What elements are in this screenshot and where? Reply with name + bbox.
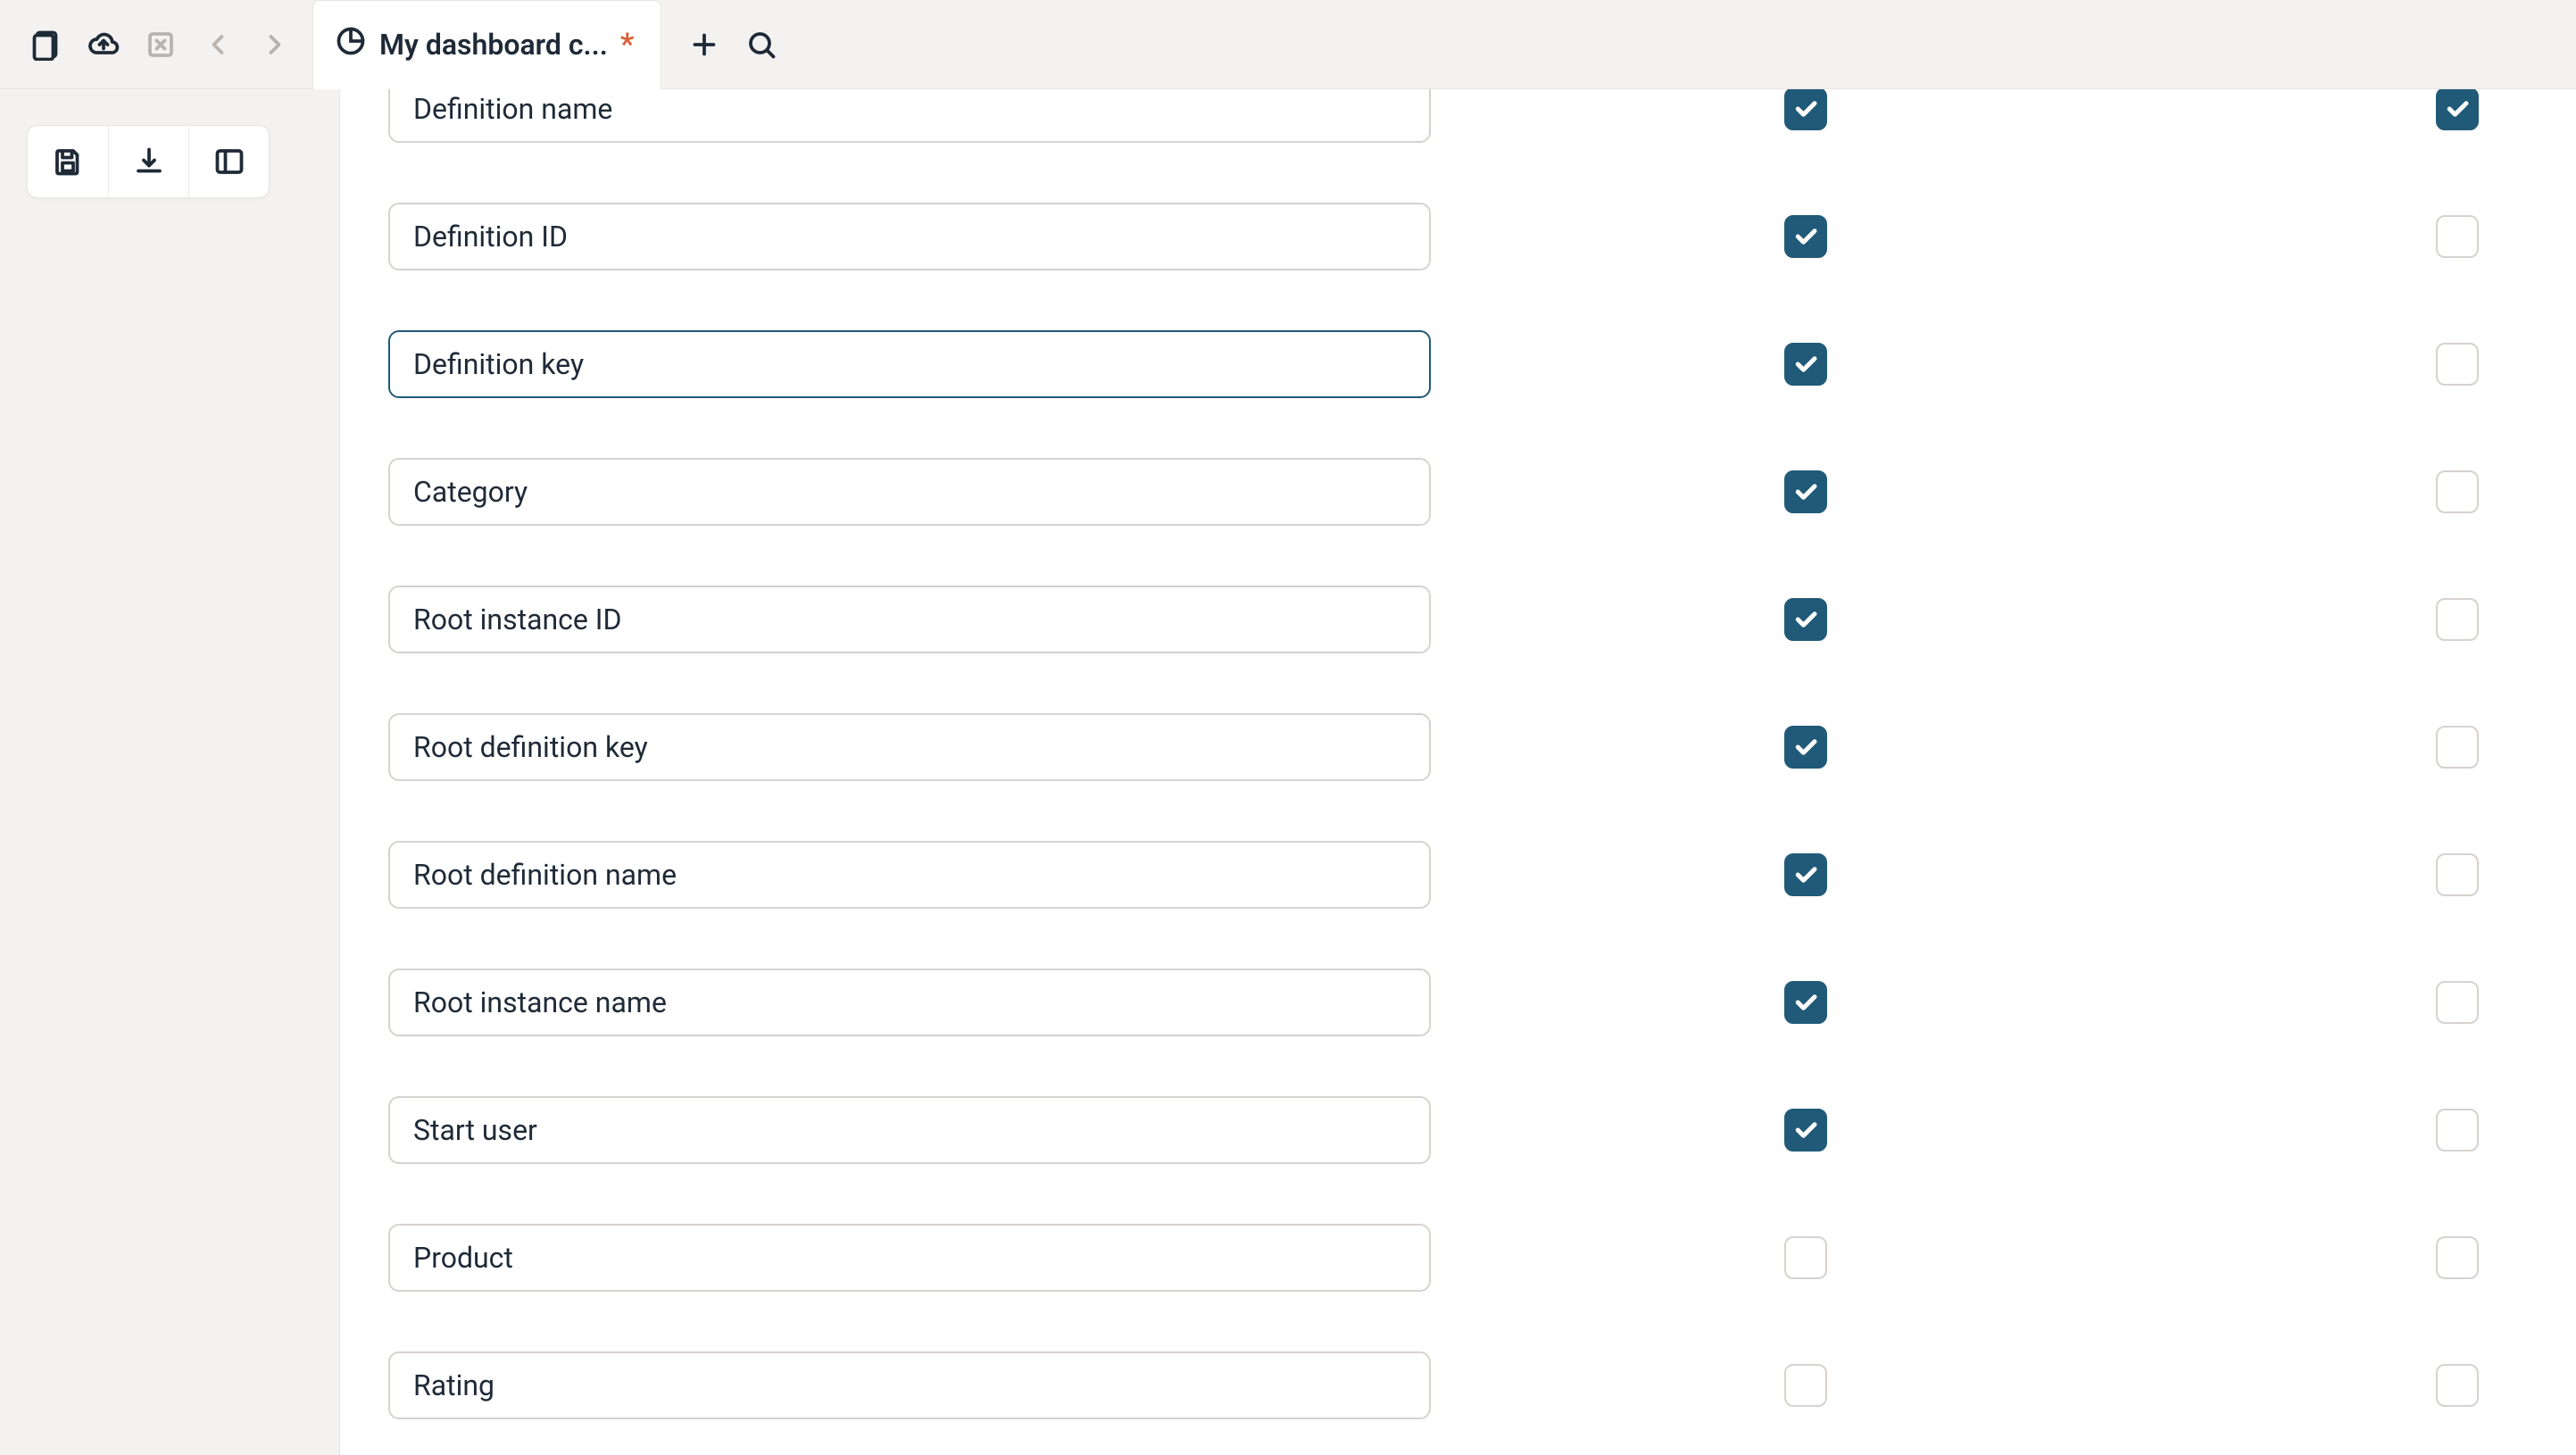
sidebar	[0, 89, 339, 1455]
config-row: Definition ID	[340, 172, 2576, 300]
checkbox-col2[interactable]	[2436, 343, 2479, 386]
checkbox-col2[interactable]	[2436, 470, 2479, 513]
checkbox-cell-2	[1949, 470, 2502, 513]
checkbox-cell-2	[1949, 726, 2502, 769]
config-row: Root instance name	[340, 938, 2576, 1066]
checkbox-col2[interactable]	[2436, 981, 2479, 1024]
field-input[interactable]: Definition ID	[388, 203, 1431, 270]
checkbox-cell-2	[1949, 1109, 2502, 1152]
field-input[interactable]: Root instance ID	[388, 586, 1431, 653]
config-row: Root definition name	[340, 811, 2576, 938]
toggle-panel-button[interactable]	[188, 126, 269, 197]
field-input[interactable]: Root instance name	[388, 969, 1431, 1036]
checkbox-cell-1	[1431, 1109, 1949, 1152]
field-label: Root instance name	[413, 985, 667, 1019]
field-input[interactable]: Start user	[388, 1096, 1431, 1164]
field-input[interactable]: Root definition name	[388, 841, 1431, 909]
checkbox-cell-1	[1431, 343, 1949, 386]
mini-toolbar	[27, 125, 270, 198]
checkbox-col2[interactable]	[2436, 89, 2479, 130]
field-label: Rating	[413, 1368, 494, 1402]
field-input[interactable]: Category	[388, 458, 1431, 526]
checkbox-cell-1	[1431, 1236, 1949, 1279]
checkbox-col1[interactable]	[1784, 215, 1827, 258]
config-row: Start user	[340, 1066, 2576, 1193]
checkbox-col2[interactable]	[2436, 215, 2479, 258]
config-row: Category	[340, 428, 2576, 555]
field-label: Root instance ID	[413, 603, 622, 636]
checkbox-cell-2	[1949, 1364, 2502, 1407]
checkbox-col2[interactable]	[2436, 1364, 2479, 1407]
config-row: Rating	[340, 1321, 2576, 1449]
new-tab-button[interactable]	[676, 16, 733, 73]
checkbox-col1[interactable]	[1784, 343, 1827, 386]
active-tab[interactable]: My dashboard c... *	[312, 0, 661, 89]
field-input[interactable]: Product	[388, 1224, 1431, 1292]
field-input[interactable]: Root definition key	[388, 713, 1431, 781]
checkbox-col2[interactable]	[2436, 726, 2479, 769]
checkbox-cell-1	[1431, 981, 1949, 1024]
checkbox-col1[interactable]	[1784, 726, 1827, 769]
field-input[interactable]: Definition key	[388, 330, 1431, 398]
close-panel-icon[interactable]	[132, 16, 189, 73]
checkbox-cell-1	[1431, 215, 1949, 258]
field-label: Start user	[413, 1113, 537, 1147]
checkbox-cell-2	[1949, 981, 2502, 1024]
tab-title: My dashboard c...	[379, 28, 608, 62]
drafts-icon[interactable]	[18, 16, 75, 73]
checkbox-cell-1	[1431, 598, 1949, 641]
checkbox-col1[interactable]	[1784, 1364, 1827, 1407]
checkbox-cell-1	[1431, 726, 1949, 769]
field-label: Root definition name	[413, 858, 677, 892]
config-row: Root definition key	[340, 683, 2576, 811]
checkbox-cell-2	[1949, 853, 2502, 896]
search-button[interactable]	[733, 16, 790, 73]
checkbox-cell-2	[1949, 89, 2502, 130]
checkbox-cell-1	[1431, 89, 1949, 130]
config-panel: Definition name Definition ID Definition k…	[339, 89, 2576, 1455]
config-row: Product	[340, 1193, 2576, 1321]
field-label: Category	[413, 475, 528, 509]
checkbox-col1[interactable]	[1784, 853, 1827, 896]
checkbox-col1[interactable]	[1784, 981, 1827, 1024]
checkbox-cell-2	[1949, 343, 2502, 386]
nav-forward-icon[interactable]	[246, 16, 303, 73]
field-label: Definition name	[413, 92, 612, 126]
config-row: Root instance ID	[340, 555, 2576, 683]
nav-back-icon[interactable]	[189, 16, 246, 73]
download-button[interactable]	[108, 126, 188, 197]
checkbox-col1[interactable]	[1784, 1109, 1827, 1152]
checkbox-col1[interactable]	[1784, 89, 1827, 130]
checkbox-col1[interactable]	[1784, 598, 1827, 641]
field-label: Product	[413, 1241, 513, 1275]
checkbox-col2[interactable]	[2436, 1236, 2479, 1279]
checkbox-cell-1	[1431, 470, 1949, 513]
field-label: Definition ID	[413, 220, 568, 254]
field-input[interactable]: Definition name	[388, 89, 1431, 143]
field-label: Root definition key	[413, 730, 648, 764]
checkbox-col1[interactable]	[1784, 470, 1827, 513]
checkbox-col1[interactable]	[1784, 1236, 1827, 1279]
tab-bar: My dashboard c... *	[0, 0, 2576, 89]
checkbox-cell-2	[1949, 215, 2502, 258]
config-row: Definition key	[340, 300, 2576, 428]
checkbox-col2[interactable]	[2436, 598, 2479, 641]
cloud-upload-icon[interactable]	[75, 16, 132, 73]
checkbox-cell-1	[1431, 1364, 1949, 1407]
save-button[interactable]	[28, 126, 108, 197]
field-input[interactable]: Rating	[388, 1351, 1431, 1419]
checkbox-cell-2	[1949, 1236, 2502, 1279]
pie-chart-icon	[335, 25, 367, 64]
config-row: Definition name	[340, 89, 2576, 172]
tab-dirty-indicator: *	[620, 27, 634, 62]
checkbox-cell-2	[1949, 598, 2502, 641]
field-label: Definition key	[413, 347, 584, 381]
checkbox-col2[interactable]	[2436, 1109, 2479, 1152]
checkbox-cell-1	[1431, 853, 1949, 896]
checkbox-col2[interactable]	[2436, 853, 2479, 896]
